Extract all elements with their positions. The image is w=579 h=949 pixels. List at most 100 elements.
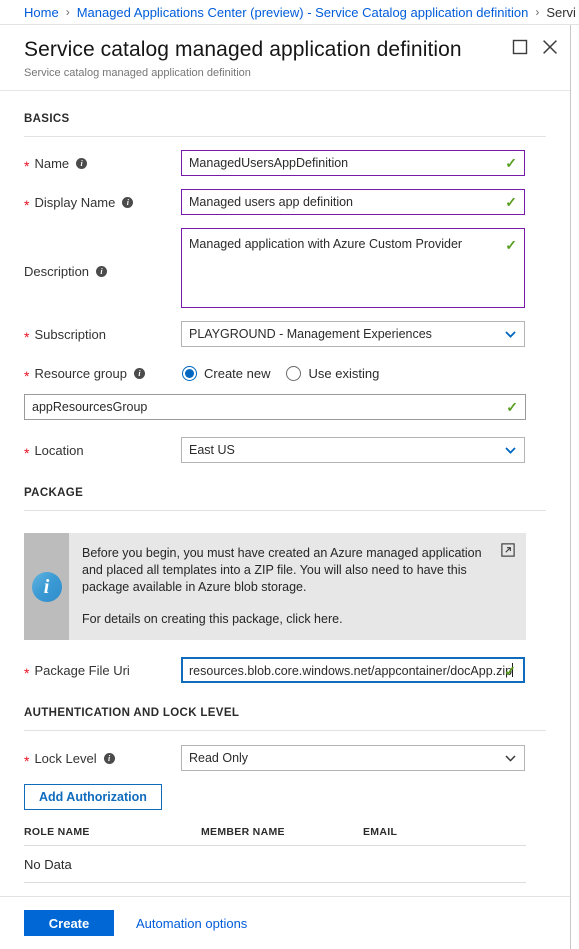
- package-info-banner: i Before you begin, you must have create…: [24, 533, 526, 640]
- section-heading-auth: AUTHENTICATION AND LOCK LEVEL: [24, 707, 240, 719]
- control-subscription: PLAYGROUND - Management Experiences: [181, 321, 546, 347]
- required-marker: *: [24, 367, 30, 384]
- create-button[interactable]: Create: [24, 910, 114, 936]
- page-subtitle: Service catalog managed application defi…: [24, 67, 251, 79]
- blade-footer: Create Automation options: [0, 896, 570, 949]
- form-row-name: * Name i ManagedUsersAppDefinition ✓: [24, 150, 546, 176]
- control-display-name: Managed users app definition ✓: [181, 189, 546, 215]
- display-name-input[interactable]: Managed users app definition ✓: [181, 189, 525, 215]
- radio-create-new[interactable]: Create new: [182, 365, 271, 381]
- radio-create-new-label: Create new: [204, 365, 271, 381]
- description-value: Managed application with Azure Custom Pr…: [189, 237, 463, 251]
- banner-icon-column: i: [24, 533, 69, 640]
- control-resource-group-mode: Create new Use existing: [181, 360, 546, 386]
- location-select[interactable]: East US: [181, 437, 525, 463]
- info-icon[interactable]: i: [122, 197, 134, 208]
- control-resource-group-name: appResourcesGroup ✓: [24, 394, 546, 420]
- label-subscription-text: Subscription: [34, 327, 106, 342]
- close-icon[interactable]: [542, 39, 558, 55]
- valid-check-icon: ✓: [504, 663, 516, 679]
- info-icon[interactable]: i: [103, 753, 115, 764]
- maximize-icon[interactable]: [512, 39, 528, 55]
- package-file-uri-input[interactable]: resources.blob.core.windows.net/appconta…: [181, 657, 525, 683]
- display-name-input-value: Managed users app definition: [189, 195, 354, 209]
- column-header-member-name: MEMBER NAME: [201, 826, 285, 838]
- banner-text: Before you begin, you must have created …: [69, 533, 526, 640]
- form-row-resource-group-name: appResourcesGroup ✓: [24, 394, 546, 420]
- breadcrumb-item-home[interactable]: Home: [24, 5, 59, 20]
- automation-options-link[interactable]: Automation options: [136, 916, 247, 931]
- label-display-name-text: Display Name: [34, 195, 116, 210]
- control-lock-level: Read Only: [181, 745, 546, 771]
- chevron-down-icon: [505, 438, 516, 462]
- label-lock-level-text: Lock Level: [34, 751, 97, 766]
- table-row: No Data: [24, 846, 526, 883]
- label-lock-level: * Lock Level i: [24, 745, 181, 771]
- banner-paragraph-1: Before you begin, you must have created …: [82, 546, 482, 594]
- breadcrumb-separator: ›: [535, 5, 540, 19]
- required-marker: *: [24, 664, 30, 681]
- blade-panel: Service catalog managed application defi…: [0, 25, 571, 949]
- label-location-text: Location: [34, 443, 84, 458]
- valid-check-icon: ✓: [505, 194, 517, 210]
- lock-level-select[interactable]: Read Only: [181, 745, 525, 771]
- package-file-uri-value: resources.blob.core.windows.net/appconta…: [189, 664, 513, 678]
- valid-check-icon: ✓: [505, 155, 517, 171]
- label-display-name: * Display Name i: [24, 189, 181, 215]
- section-heading-package: PACKAGE: [24, 487, 84, 499]
- valid-check-icon: ✓: [505, 237, 517, 253]
- section-divider: [24, 136, 546, 137]
- table-header-row: ROLE NAME MEMBER NAME EMAIL: [24, 826, 526, 846]
- required-marker: *: [24, 196, 30, 213]
- breadcrumb: Home › Managed Applications Center (prev…: [0, 0, 579, 25]
- chevron-down-icon: [505, 322, 516, 346]
- valid-check-icon: ✓: [506, 399, 518, 415]
- control-name: ManagedUsersAppDefinition ✓: [181, 150, 546, 176]
- control-location: East US: [181, 437, 546, 463]
- breadcrumb-item-managed-applications-center[interactable]: Managed Applications Center (preview) - …: [77, 5, 529, 20]
- authorization-table: ROLE NAME MEMBER NAME EMAIL No Data: [24, 826, 526, 883]
- section-divider: [24, 730, 546, 731]
- add-authorization-button[interactable]: Add Authorization: [24, 784, 162, 810]
- blade-header-actions: [512, 39, 558, 55]
- control-description: Managed application with Azure Custom Pr…: [181, 228, 546, 308]
- subscription-select[interactable]: PLAYGROUND - Management Experiences: [181, 321, 525, 347]
- info-icon[interactable]: i: [76, 158, 88, 169]
- radio-use-existing[interactable]: Use existing: [286, 365, 379, 381]
- info-icon[interactable]: i: [133, 368, 145, 379]
- radio-create-new-indicator: [182, 365, 197, 381]
- blade-body: BASICS * Name i ManagedUsersAppDefinitio…: [0, 91, 570, 896]
- required-marker: *: [24, 444, 30, 461]
- add-authorization-wrap: Add Authorization: [24, 771, 546, 810]
- info-icon[interactable]: i: [96, 266, 108, 277]
- form-row-resource-group: * Resource group i Create new Use existi…: [24, 360, 546, 386]
- resource-group-name-value: appResourcesGroup: [32, 400, 148, 414]
- label-description-text: Description: [24, 264, 90, 279]
- required-marker: *: [24, 752, 30, 769]
- breadcrumb-item-current: Servi: [546, 4, 576, 20]
- required-marker: *: [24, 157, 30, 174]
- blade-header: Service catalog managed application defi…: [0, 25, 570, 91]
- column-header-email: EMAIL: [363, 826, 398, 838]
- form-row-display-name: * Display Name i Managed users app defin…: [24, 189, 546, 215]
- resource-group-name-input[interactable]: appResourcesGroup ✓: [24, 394, 526, 420]
- table-empty-text: No Data: [24, 856, 72, 872]
- description-textarea[interactable]: Managed application with Azure Custom Pr…: [181, 228, 525, 308]
- lock-level-value: Read Only: [189, 751, 249, 765]
- section-heading-basics: BASICS: [24, 113, 70, 125]
- form-row-location: * Location East US: [24, 437, 546, 463]
- breadcrumb-separator: ›: [65, 5, 70, 19]
- label-resource-group-text: Resource group: [34, 366, 127, 381]
- subscription-value: PLAYGROUND - Management Experiences: [189, 327, 432, 341]
- location-value: East US: [189, 443, 235, 457]
- label-subscription: * Subscription: [24, 321, 181, 347]
- form-row-package-file-uri: * Package File Uri resources.blob.core.w…: [24, 657, 546, 683]
- name-input[interactable]: ManagedUsersAppDefinition ✓: [181, 150, 525, 176]
- form-row-description: Description i Managed application with A…: [24, 228, 546, 308]
- control-package-file-uri: resources.blob.core.windows.net/appconta…: [181, 657, 546, 683]
- label-resource-group: * Resource group i: [24, 360, 181, 386]
- form-row-subscription: * Subscription PLAYGROUND - Management E…: [24, 321, 546, 347]
- column-header-role-name: ROLE NAME: [24, 826, 90, 838]
- external-link-icon[interactable]: [501, 543, 515, 557]
- label-name: * Name i: [24, 150, 181, 176]
